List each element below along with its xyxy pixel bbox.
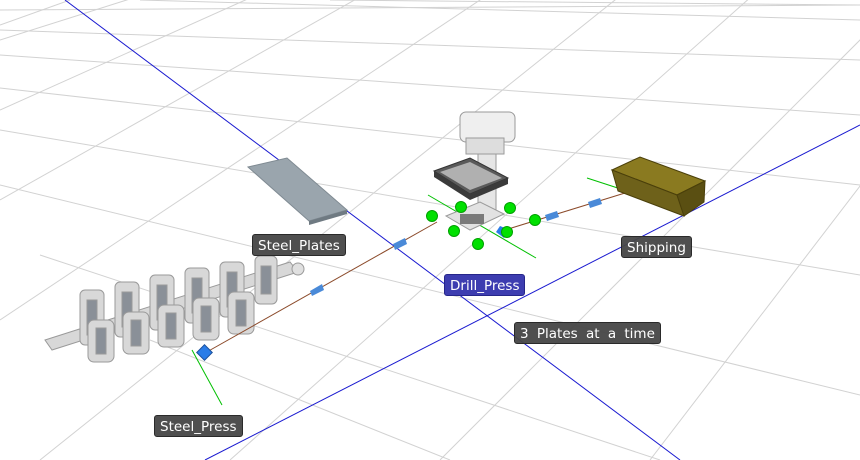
3d-viewport[interactable] — [0, 0, 860, 460]
drill-press-label[interactable]: Drill_Press — [444, 274, 526, 296]
route-annotation-label[interactable]: 3 Plates at a time — [514, 322, 661, 344]
steel-press-label[interactable]: Steel_Press — [154, 415, 243, 437]
steel-plates-model[interactable] — [246, 157, 349, 225]
steel-press-model[interactable] — [44, 255, 305, 363]
route-drill-to-shipping[interactable] — [504, 192, 626, 231]
floor-grid — [0, 0, 860, 460]
shipping-label[interactable]: Shipping — [621, 236, 692, 258]
steel-plates-label[interactable]: Steel_Plates — [252, 234, 346, 256]
steel-press-anchor[interactable] — [191, 344, 223, 406]
